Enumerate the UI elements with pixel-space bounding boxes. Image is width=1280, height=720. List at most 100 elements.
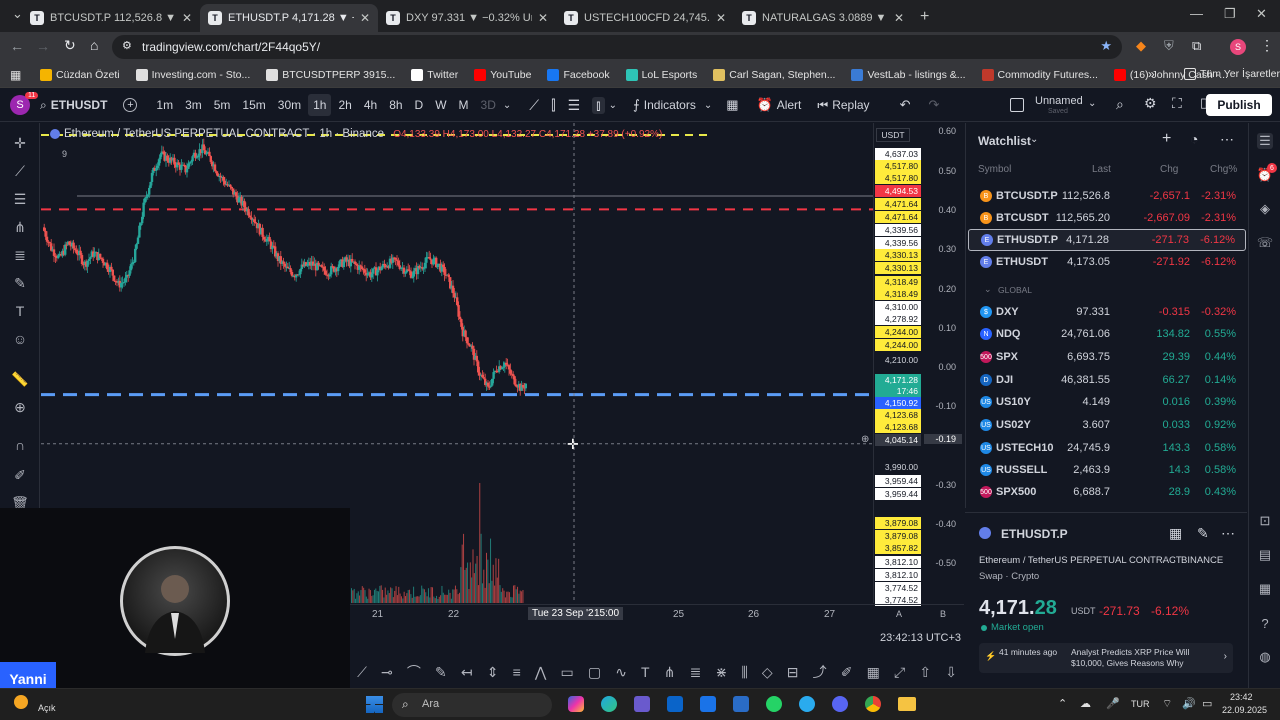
close-tab-icon[interactable]: ✕ (716, 11, 726, 25)
detail-name[interactable]: Ethereum / TetherUS PERPETUAL CONTRACT (979, 555, 1182, 566)
windows-start-icon[interactable] (366, 696, 383, 713)
taskbar-date[interactable]: 22.09.2025 (1222, 705, 1267, 715)
taskbar-time[interactable]: 23:42 (1230, 692, 1253, 702)
watchlist-row-btcusdtp[interactable]: B BTCUSDT.P 112,526.8 -2,657.1 -2.31% (968, 185, 1246, 207)
interval-30m[interactable]: 30m (273, 94, 306, 116)
chart-type-icon[interactable]: ⫾ (592, 96, 605, 114)
home-icon[interactable]: ⌂ (90, 37, 98, 53)
watchlist-row-ethusdtp[interactable]: E ETHUSDT.P 4,171.28 -271.73 -6.12% (968, 229, 1246, 251)
interval-2h[interactable]: 2h (333, 94, 356, 116)
ideas-layers-icon[interactable]: ◈ (1257, 201, 1273, 217)
bookmark-facebook[interactable]: Facebook (547, 68, 610, 81)
candles-style-icon[interactable]: ⫿ (551, 97, 555, 114)
watchlist-row-us02y[interactable]: US US02Y 3.607 0.033 0.92% (968, 414, 1246, 436)
brush-icon[interactable]: ✎ (10, 273, 30, 293)
bookmark-carl-sagan[interactable]: Carl Sagan, Stephen... (713, 68, 835, 81)
maximize-icon[interactable]: ❐ (1224, 6, 1236, 22)
gann-fan-icon[interactable]: ⋇ (715, 664, 727, 681)
chart-clock[interactable]: 23:42:13 UTC+3 (880, 632, 961, 644)
pen-icon[interactable]: ✐ (841, 664, 853, 681)
interval-8h[interactable]: 8h (384, 94, 407, 116)
more-options-icon[interactable]: ⋯ (1220, 131, 1234, 148)
alarm-clock-icon[interactable]: ⏰ (757, 97, 773, 113)
file-explorer-icon[interactable] (898, 697, 916, 711)
outlook-icon[interactable] (667, 696, 683, 712)
layout-square-icon[interactable] (1010, 98, 1024, 112)
watchlist-row-ethusdt[interactable]: E ETHUSDT 4,173.05 -271.92 -6.12% (968, 251, 1246, 273)
site-info-icon[interactable]: ⚙ (122, 39, 132, 52)
watchlist-row-ustech10[interactable]: US USTECH10 24,745.9 143.3 0.58% (968, 437, 1246, 459)
horizontal-lines-icon[interactable]: ☰ (10, 189, 30, 209)
close-tab-icon[interactable]: ✕ (182, 11, 192, 25)
trend-line-icon[interactable]: ⟋ (10, 161, 30, 181)
apps-grid-icon[interactable]: ▦ (1257, 581, 1273, 597)
browser-tab-naturalgas[interactable]: TNATURALGAS 3.0889 ▼ −2.78%✕ (734, 4, 912, 32)
chevron-down-icon[interactable]: ⌄ (984, 284, 992, 295)
bookmark-cuzdan[interactable]: Cüzdan Özeti (40, 68, 120, 81)
interval-3d[interactable]: 3D (476, 94, 501, 116)
emoji-icon[interactable]: ☺ (10, 329, 30, 349)
parallel-channel-icon[interactable]: ≡ (513, 664, 521, 680)
snipping-tool-icon[interactable] (634, 696, 650, 712)
weather-label[interactable]: Açık (38, 703, 56, 713)
chevron-down-icon[interactable]: ⌄ (609, 100, 617, 111)
long-position-icon[interactable]: ⊟ (787, 664, 799, 681)
bookmark-investing[interactable]: Investing.com - Sto... (135, 68, 250, 81)
chevron-down-icon[interactable]: ⌄ (1088, 98, 1096, 109)
pattern-icon[interactable]: ⋀ (535, 664, 546, 681)
arc-icon[interactable]: ⌒ (407, 662, 421, 682)
watchlist-icon[interactable]: ☰ (1257, 133, 1273, 149)
advanced-view-icon[interactable]: ◔ (1190, 131, 1198, 147)
bookmark-twitter[interactable]: Twitter (411, 68, 458, 81)
fib-tool-icon[interactable]: ≣ (10, 245, 30, 265)
shield-extension-icon[interactable]: ⛨ (1164, 38, 1174, 54)
grid-icon[interactable]: ▦ (867, 664, 880, 681)
interval-4h[interactable]: 4h (359, 94, 382, 116)
ruler-icon[interactable]: 📏 (10, 369, 30, 389)
add-symbol-icon[interactable]: + (1162, 130, 1171, 148)
column-header-chg[interactable]: Chg (1160, 164, 1178, 175)
minimize-icon[interactable]: — (1190, 6, 1203, 21)
curve-icon[interactable]: ∿ (615, 664, 627, 681)
onedrive-icon[interactable]: ☁ (1080, 697, 1091, 710)
ray-icon[interactable]: ⊸ (381, 664, 393, 681)
browser-menu-icon[interactable]: ⋮ (1260, 37, 1274, 54)
chrome-icon[interactable] (865, 696, 881, 712)
text-tool-icon[interactable]: T (641, 664, 650, 680)
watchlist-row-us10y[interactable]: US US10Y 4.149 0.016 0.39% (968, 391, 1246, 413)
apps-icon[interactable]: ▦ (10, 68, 21, 82)
whatsapp-icon[interactable] (766, 696, 782, 712)
close-window-icon[interactable]: ✕ (1256, 6, 1267, 22)
pitchfork-icon[interactable]: ⋔ (10, 217, 30, 237)
chevron-down-icon[interactable]: ⌄ (1030, 134, 1038, 145)
indicators-button[interactable]: Indicators (644, 98, 696, 112)
taskbar-search[interactable]: ⌕ Ara (392, 693, 552, 717)
watchlist-row-dxy[interactable]: $ DXY 97.331 -0.315 -0.32% (968, 301, 1246, 323)
column-header-chgp[interactable]: Chg% (1210, 164, 1237, 175)
auto-scale-button[interactable]: A (896, 609, 902, 619)
compare-symbol-icon[interactable]: + (123, 98, 138, 112)
magnet-icon[interactable]: ∩ (10, 435, 30, 455)
volume-icon[interactable]: 🔊 (1182, 697, 1196, 710)
quick-search-icon[interactable]: ⌕ (1116, 96, 1124, 113)
bars-style-icon[interactable]: ☰ (568, 97, 581, 114)
column-header-last[interactable]: Last (1092, 164, 1111, 175)
publish-button[interactable]: Publish (1206, 94, 1272, 116)
fullscreen-icon[interactable]: ⛶ (1172, 95, 1182, 112)
bookmark-vestlab[interactable]: VestLab - listings &... (851, 68, 966, 81)
all-bookmarks-folder[interactable]: Tüm Yer İşaretleri (1184, 68, 1280, 80)
interval-w[interactable]: W (430, 94, 451, 116)
hotlists-icon[interactable]: ⊡ (1257, 513, 1273, 529)
chevron-down-icon[interactable]: ⌄ (503, 100, 511, 111)
chat-icon[interactable]: ☏ (1257, 235, 1273, 251)
more-options-icon[interactable]: ⋯ (1221, 525, 1235, 542)
tray-chevron-up-icon[interactable]: ⌃ (1058, 697, 1067, 710)
news-card[interactable]: ⚡ 41 minutes ago Analyst Predicts XRP Pr… (979, 643, 1233, 673)
watchlist-row-spx[interactable]: 500 SPX 6,693.75 29.39 0.44% (968, 346, 1246, 368)
calculator-icon[interactable] (733, 696, 749, 712)
text-tool-icon[interactable]: T (10, 301, 30, 321)
trend-line-icon[interactable]: ⟋ (357, 664, 367, 681)
copilot-icon[interactable] (568, 696, 584, 712)
telegram-icon[interactable] (799, 696, 815, 712)
reload-icon[interactable]: ↻ (64, 37, 76, 54)
